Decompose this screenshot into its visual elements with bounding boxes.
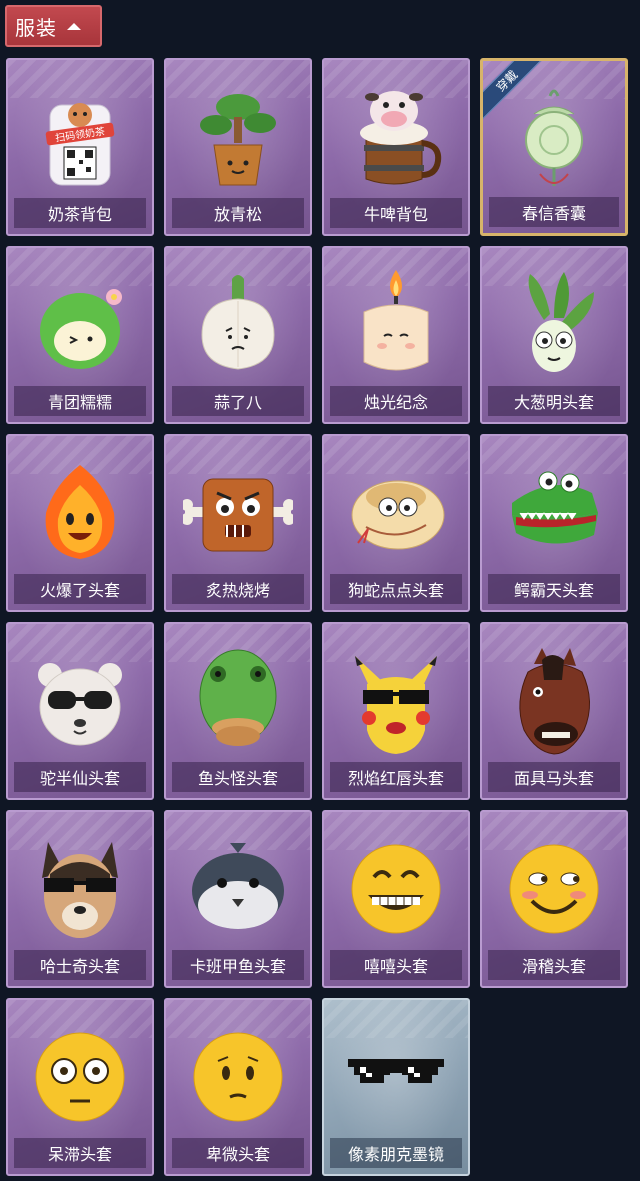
- milk-tea-backpack-icon: 扫码领奶茶: [25, 82, 135, 192]
- costume-category-toggle[interactable]: 服装: [5, 5, 102, 47]
- costume-label: 春信香囊: [489, 197, 619, 227]
- category-title: 服装: [15, 15, 57, 40]
- garlic-head-icon: [183, 270, 293, 380]
- costume-label: 像素朋克墨镜: [330, 1138, 462, 1168]
- costume-label: 青团糯糯: [14, 386, 146, 416]
- costume-card[interactable]: 驼半仙头套: [6, 622, 154, 800]
- costume-card[interactable]: 扫码领奶茶 奶茶背包: [6, 58, 154, 236]
- costume-label: 面具马头套: [488, 762, 620, 792]
- costume-card[interactable]: 炙热烧烤: [164, 434, 312, 612]
- costume-card[interactable]: 像素朋克墨镜: [322, 998, 470, 1176]
- costume-label: 火爆了头套: [14, 574, 146, 604]
- costume-label: 呆滞头套: [14, 1138, 146, 1168]
- costume-label: 鱼头怪头套: [172, 762, 304, 792]
- timid-emoji-head-icon: [183, 1022, 293, 1132]
- costume-card[interactable]: 卡班甲鱼头套: [164, 810, 312, 988]
- equipped-badge: 穿戴: [483, 61, 545, 123]
- bear-sunglasses-head-icon: [25, 646, 135, 756]
- pine-bonsai-icon: [183, 82, 293, 192]
- stare-emoji-head-icon: [25, 1022, 135, 1132]
- costume-card[interactable]: 面具马头套: [480, 622, 628, 800]
- costume-card[interactable]: 牛啤背包: [322, 58, 470, 236]
- costume-card[interactable]: 呆滞头套: [6, 998, 154, 1176]
- pixel-sunglasses-icon: [341, 1022, 451, 1132]
- costume-card[interactable]: 鳄霸天头套: [480, 434, 628, 612]
- costume-label: 蒜了八: [172, 386, 304, 416]
- costume-label: 滑稽头套: [488, 950, 620, 980]
- costume-card[interactable]: 鱼头怪头套: [164, 622, 312, 800]
- costume-label: 驼半仙头套: [14, 762, 146, 792]
- costume-card[interactable]: 火爆了头套: [6, 434, 154, 612]
- costume-card[interactable]: 穿戴 春信香囊: [480, 58, 628, 236]
- horse-mask-icon: [499, 646, 609, 756]
- costume-card[interactable]: 烈焰红唇头套: [322, 622, 470, 800]
- cow-beer-mug-icon: [341, 82, 451, 192]
- costume-card[interactable]: 嘻嘻头套: [322, 810, 470, 988]
- costume-grid: 扫码领奶茶 奶茶背包 放青松 牛啤背包 穿戴 春信香囊 青团糯糯 蒜了八 烛光纪…: [6, 58, 628, 1176]
- grin-emoji-head-icon: [341, 834, 451, 944]
- fire-head-icon: [25, 458, 135, 568]
- costume-label: 卑微头套: [172, 1138, 304, 1168]
- costume-card[interactable]: 狗蛇点点头套: [322, 434, 470, 612]
- chevron-up-icon: [67, 22, 81, 30]
- green-rice-ball-head-icon: [25, 270, 135, 380]
- costume-card[interactable]: 大葱明头套: [480, 246, 628, 424]
- costume-card[interactable]: 放青松: [164, 58, 312, 236]
- costume-label: 卡班甲鱼头套: [172, 950, 304, 980]
- costume-card[interactable]: 卑微头套: [164, 998, 312, 1176]
- costume-label: 大葱明头套: [488, 386, 620, 416]
- husky-head-icon: [25, 834, 135, 944]
- yellow-mascot-head-icon: [341, 646, 451, 756]
- costume-label: 炙热烧烤: [172, 574, 304, 604]
- costume-card[interactable]: 烛光纪念: [322, 246, 470, 424]
- costume-card[interactable]: 蒜了八: [164, 246, 312, 424]
- costume-label: 烈焰红唇头套: [330, 762, 462, 792]
- costume-label: 狗蛇点点头套: [330, 574, 462, 604]
- costume-card[interactable]: 青团糯糯: [6, 246, 154, 424]
- crocodile-head-icon: [499, 458, 609, 568]
- snake-head-icon: [341, 458, 451, 568]
- candle-head-icon: [341, 270, 451, 380]
- costume-label: 鳄霸天头套: [488, 574, 620, 604]
- costume-label: 奶茶背包: [14, 198, 146, 228]
- costume-label: 烛光纪念: [330, 386, 462, 416]
- equipped-badge-label: 穿戴: [483, 61, 545, 123]
- costume-card[interactable]: 哈士奇头套: [6, 810, 154, 988]
- smirk-emoji-head-icon: [499, 834, 609, 944]
- costume-card[interactable]: 滑稽头套: [480, 810, 628, 988]
- puffer-fish-head-icon: [183, 834, 293, 944]
- costume-label: 放青松: [172, 198, 304, 228]
- costume-label: 嘻嘻头套: [330, 950, 462, 980]
- costume-label: 哈士奇头套: [14, 950, 146, 980]
- bbq-meat-head-icon: [183, 458, 293, 568]
- costume-label: 牛啤背包: [330, 198, 462, 228]
- fish-head-icon: [183, 646, 293, 756]
- scallion-head-icon: [499, 270, 609, 380]
